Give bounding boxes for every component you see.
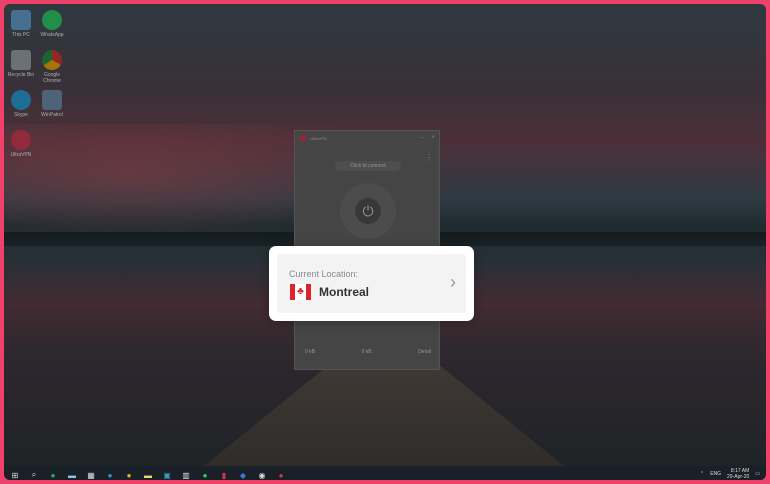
location-selector[interactable]: Current Location: ♣ Montreal › bbox=[277, 254, 466, 313]
whatsapp-icon[interactable]: ● bbox=[198, 468, 212, 480]
sticky-notes-icon[interactable]: ▬ bbox=[141, 468, 155, 480]
taskbar: ⊞ ⌕ ● ▬ ▦ ● ● ▬ ▣ ▥ ● ▮ ◆ ◉ ● ⌃ ENG 8:17… bbox=[4, 466, 766, 480]
clock[interactable]: 8:17 AM 29-Apr-20 bbox=[727, 468, 749, 480]
tray-up-icon[interactable]: ⌃ bbox=[700, 471, 704, 477]
location-city: Montreal bbox=[319, 285, 370, 299]
app-icon[interactable]: ◉ bbox=[255, 468, 269, 480]
screenshot-frame: This PC WhatsApp Recycle Bin Google Chro… bbox=[0, 0, 770, 484]
chevron-right-icon[interactable]: › bbox=[450, 272, 456, 293]
ultravpn-icon[interactable]: ● bbox=[274, 468, 288, 480]
app-icon[interactable]: ▮ bbox=[217, 468, 231, 480]
chrome-icon[interactable]: ● bbox=[122, 468, 136, 480]
notification-icon[interactable]: ▭ bbox=[755, 471, 760, 477]
edge-icon[interactable]: ◆ bbox=[236, 468, 250, 480]
lang-indicator[interactable]: ENG bbox=[710, 471, 721, 477]
file-explorer-icon[interactable]: ▬ bbox=[65, 468, 79, 480]
terminal-icon[interactable]: ▣ bbox=[160, 468, 174, 480]
current-location-card[interactable]: Current Location: ♣ Montreal › bbox=[269, 246, 474, 321]
app-icon[interactable]: ▥ bbox=[179, 468, 193, 480]
current-location-label: Current Location: bbox=[289, 269, 359, 279]
spotify-icon[interactable]: ● bbox=[46, 468, 60, 480]
system-tray: ⌃ ENG 8:17 AM 29-Apr-20 ▭ bbox=[700, 468, 760, 480]
clock-date: 29-Apr-20 bbox=[727, 474, 750, 480]
skype-icon[interactable]: ● bbox=[103, 468, 117, 480]
calculator-icon[interactable]: ▦ bbox=[84, 468, 98, 480]
canada-flag-icon: ♣ bbox=[290, 284, 311, 300]
windows-start-icon[interactable]: ⊞ bbox=[8, 468, 22, 480]
search-icon[interactable]: ⌕ bbox=[27, 468, 41, 480]
dim-overlay bbox=[4, 4, 766, 466]
